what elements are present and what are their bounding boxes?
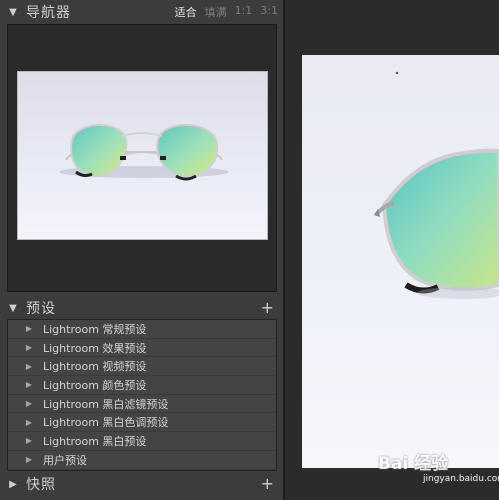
preset-folder-label: Lightroom 效果预设: [43, 341, 147, 355]
snapshots-title: 快照: [26, 477, 56, 493]
presets-list: ▶ Lightroom 常规预设 ▶ Lightroom 效果预设 ▶ Ligh…: [7, 319, 277, 471]
snapshots-header[interactable]: ▶ 快照 +: [6, 473, 278, 495]
preset-folder-label: Lightroom 黑白滤镜预设: [43, 397, 169, 411]
expand-triangle-icon[interactable]: ▶: [18, 418, 40, 427]
watermark-brand: Bai 经验: [378, 453, 449, 474]
expand-triangle-icon[interactable]: ▶: [18, 324, 40, 333]
zoom-3-1-option[interactable]: 3:1: [260, 4, 278, 20]
preset-folder-item[interactable]: ▶ Lightroom 黑白预设: [8, 432, 276, 451]
panel-divider[interactable]: [283, 0, 285, 500]
preset-folder-item[interactable]: ▶ Lightroom 视频预设: [8, 357, 276, 377]
baidu-jingyan-watermark: Bai 经验 jingyan.baidu.com: [378, 446, 499, 486]
collapse-triangle-icon[interactable]: ▼: [6, 7, 20, 18]
expand-triangle-icon[interactable]: ▶: [18, 455, 40, 464]
expand-triangle-icon[interactable]: ▶: [18, 380, 40, 389]
main-photo-view[interactable]: [302, 55, 499, 468]
navigator-header[interactable]: ▼ 导航器 适合 填满 1:1 3:1: [6, 1, 278, 23]
expand-triangle-icon[interactable]: ▶: [18, 399, 40, 408]
zoom-1-1-option[interactable]: 1:1: [235, 4, 253, 20]
add-snapshot-button[interactable]: +: [261, 476, 274, 492]
expand-triangle-icon[interactable]: ▶: [18, 343, 40, 352]
preset-folder-label: 用户预设: [43, 453, 87, 467]
collapse-triangle-icon[interactable]: ▼: [6, 303, 20, 314]
navigator-thumbnail[interactable]: [17, 71, 268, 240]
expand-triangle-icon[interactable]: ▶: [6, 479, 20, 490]
preset-folder-item[interactable]: ▶ Lightroom 效果预设: [8, 339, 276, 358]
zoom-fit-option[interactable]: 适合: [175, 4, 197, 20]
preset-folder-item[interactable]: ▶ Lightroom 黑白滤镜预设: [8, 395, 276, 414]
expand-triangle-icon[interactable]: ▶: [18, 362, 40, 371]
preset-folder-label: Lightroom 常规预设: [43, 322, 147, 336]
preset-folder-item[interactable]: ▶ Lightroom 颜色预设: [8, 376, 276, 395]
expand-triangle-icon[interactable]: ▶: [18, 436, 40, 445]
preset-folder-label: Lightroom 黑白色调预设: [43, 416, 169, 430]
presets-title: 预设: [26, 301, 56, 317]
zoom-options: 适合 填满 1:1 3:1: [167, 4, 278, 20]
preset-folder-label: Lightroom 黑白预设: [43, 434, 147, 448]
watermark-url: jingyan.baidu.com: [423, 473, 499, 484]
zoom-fill-option[interactable]: 填满: [205, 4, 227, 20]
preset-folder-item[interactable]: ▶ Lightroom 常规预设: [8, 320, 276, 339]
left-panel: ▼ 导航器 适合 填满 1:1 3:1 ▼ 预设 + ▶ Lightroom 常…: [0, 0, 283, 500]
sunglasses-thumbnail-image: [59, 124, 229, 181]
preset-folder-label: Lightroom 视频预设: [43, 360, 147, 374]
add-preset-button[interactable]: +: [261, 300, 274, 316]
preset-folder-item[interactable]: ▶ Lightroom 黑白色调预设: [8, 413, 276, 433]
preset-folder-item[interactable]: ▶ 用户预设: [8, 451, 276, 470]
presets-header[interactable]: ▼ 预设 +: [6, 297, 278, 319]
preset-folder-label: Lightroom 颜色预设: [43, 378, 147, 392]
sunglasses-photo-image: [374, 71, 499, 299]
navigator-title: 导航器: [26, 5, 71, 21]
